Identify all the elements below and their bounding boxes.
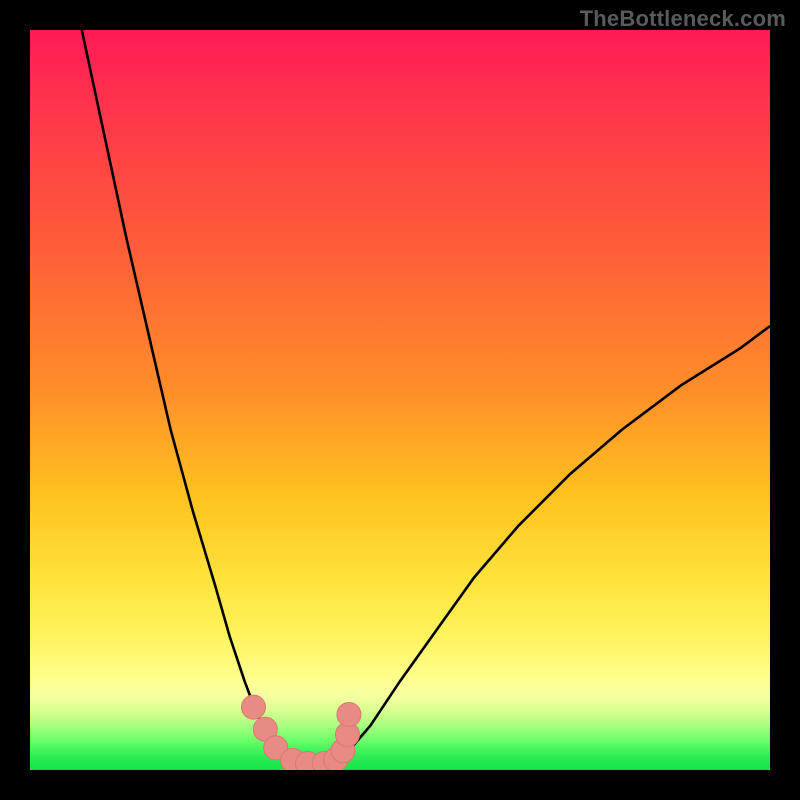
plot-area [30, 30, 770, 770]
chart-frame: TheBottleneck.com [0, 0, 800, 800]
curve-layer [82, 30, 770, 765]
plot-outer-border [30, 30, 770, 770]
chart-svg [30, 30, 770, 770]
watermark-text: TheBottleneck.com [580, 6, 786, 32]
marker-point [337, 703, 361, 727]
marker-point [241, 695, 265, 719]
right-curve [333, 326, 770, 763]
left-curve [82, 30, 297, 763]
marker-layer [241, 695, 360, 770]
